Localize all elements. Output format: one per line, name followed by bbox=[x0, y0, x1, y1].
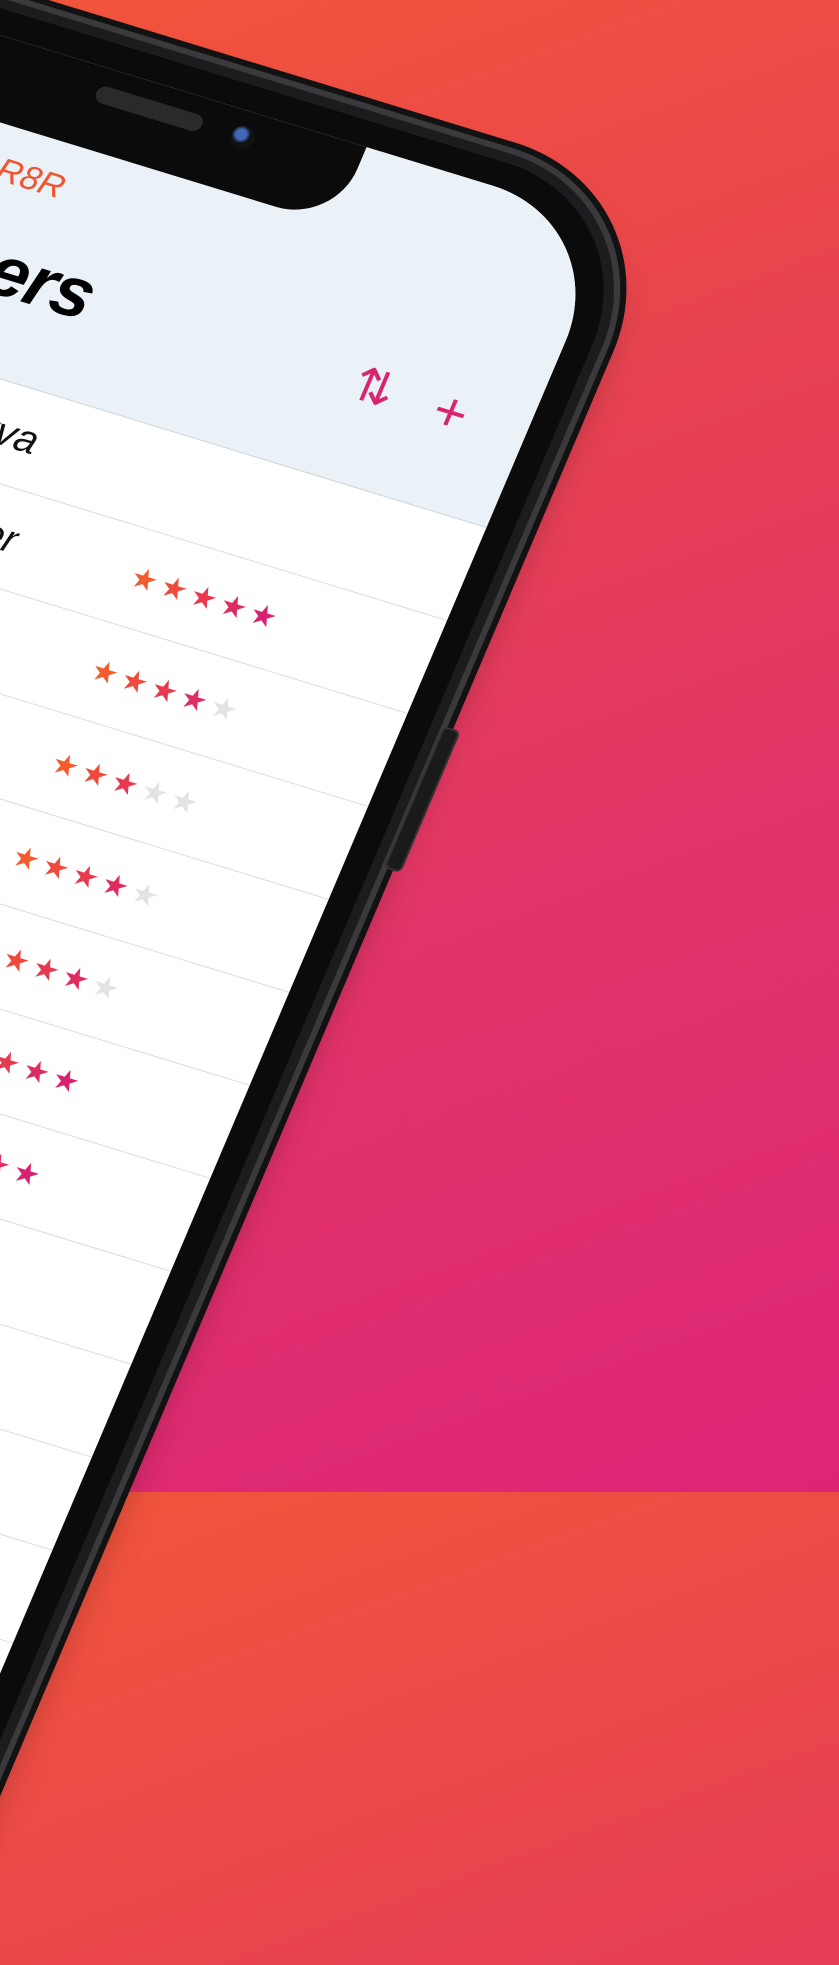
phone-screen: R8R Beers ⇅ + Alhambra Reservahor Califo… bbox=[0, 0, 616, 1925]
back-button-label: R8R bbox=[0, 151, 71, 207]
star-icon: ★ bbox=[204, 690, 244, 729]
front-camera bbox=[226, 122, 259, 152]
star-icon: ★ bbox=[46, 1061, 86, 1101]
speaker-grille bbox=[92, 84, 206, 134]
sort-button[interactable]: ⇅ bbox=[333, 352, 414, 425]
rating-stars: ★★★★★ bbox=[125, 561, 283, 636]
star-icon: ★ bbox=[243, 597, 283, 636]
phone-frame: R8R Beers ⇅ + Alhambra Reservahor Califo… bbox=[0, 0, 651, 1956]
rating-stars: ★★★★★ bbox=[46, 747, 204, 822]
rating-stars: ★★★★★ bbox=[0, 1120, 46, 1194]
rating-stars: ★★★★★ bbox=[0, 933, 125, 1008]
back-button[interactable]: R8R bbox=[0, 143, 71, 207]
page-title: Beers bbox=[0, 203, 108, 336]
star-icon: ★ bbox=[164, 783, 204, 822]
rating-stars: ★★★★★ bbox=[85, 654, 244, 729]
rating-stars: ★★★★★ bbox=[0, 1213, 7, 1287]
rating-stars: ★★★★★ bbox=[6, 840, 165, 915]
add-beer-button[interactable]: + bbox=[410, 376, 491, 449]
star-icon: ★ bbox=[85, 968, 125, 1008]
side-button bbox=[383, 726, 461, 874]
star-icon: ★ bbox=[0, 1247, 7, 1287]
star-icon: ★ bbox=[125, 876, 165, 915]
plus-icon: + bbox=[422, 377, 479, 446]
rating-stars: ★★★★★ bbox=[0, 1027, 86, 1101]
sort-arrows-icon: ⇅ bbox=[344, 357, 404, 419]
star-icon: ★ bbox=[6, 1154, 46, 1194]
